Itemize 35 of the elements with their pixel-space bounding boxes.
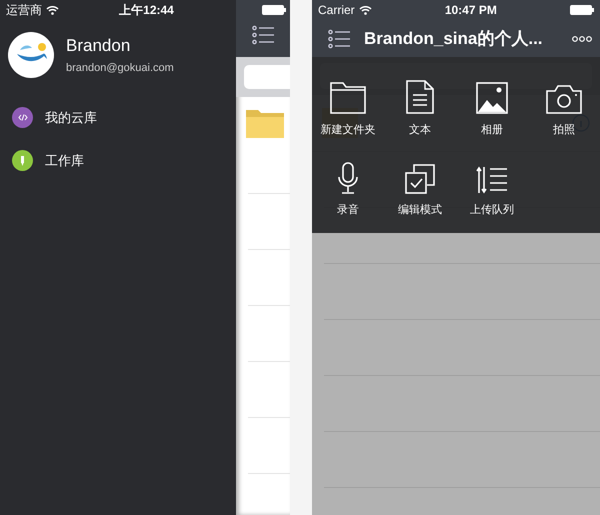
- user-name: Brandon: [66, 36, 132, 56]
- camera-icon: [546, 84, 582, 114]
- action-button[interactable]: 新建文件夹: [312, 65, 384, 145]
- wifi-icon: [358, 5, 372, 15]
- sort-list-icon: [476, 166, 508, 194]
- action-button[interactable]: 拍照: [528, 65, 600, 145]
- picture-icon: [476, 82, 508, 114]
- avatar[interactable]: [8, 32, 54, 78]
- battery-icon: [262, 5, 286, 15]
- more-icon[interactable]: [572, 36, 592, 42]
- drawer-menu-item[interactable]: 我的云库: [45, 108, 97, 126]
- carrier-label: Carrier: [318, 3, 355, 17]
- wifi-icon: [46, 5, 59, 15]
- action-button[interactable]: 编辑模式: [384, 145, 456, 225]
- nav-title: Brandon_sina的个人...: [364, 28, 544, 50]
- action-button[interactable]: 相册: [456, 65, 528, 145]
- search-field[interactable]: [244, 65, 290, 89]
- battery-icon: [570, 5, 594, 15]
- code-icon: [18, 114, 28, 121]
- folder-icon: [246, 108, 284, 138]
- action-button[interactable]: 录音: [312, 145, 384, 225]
- action-button[interactable]: 文本: [384, 65, 456, 145]
- user-email: brandon@gokuai.com: [66, 62, 174, 74]
- drawer-menu-item[interactable]: 工作库: [45, 152, 84, 170]
- menu-icon[interactable]: [328, 28, 350, 48]
- document-icon: [406, 80, 434, 114]
- clock-label: 上午12:44: [118, 2, 175, 18]
- checkbox-icon: [405, 164, 435, 194]
- carrier-label: 运营商: [6, 2, 42, 18]
- microphone-icon: [337, 162, 359, 194]
- menu-icon[interactable]: [252, 25, 274, 45]
- clock-label: 10:47 PM: [444, 3, 497, 17]
- pen-icon: [20, 156, 25, 166]
- action-button[interactable]: 上传队列: [456, 145, 528, 225]
- folder-icon: [330, 80, 366, 114]
